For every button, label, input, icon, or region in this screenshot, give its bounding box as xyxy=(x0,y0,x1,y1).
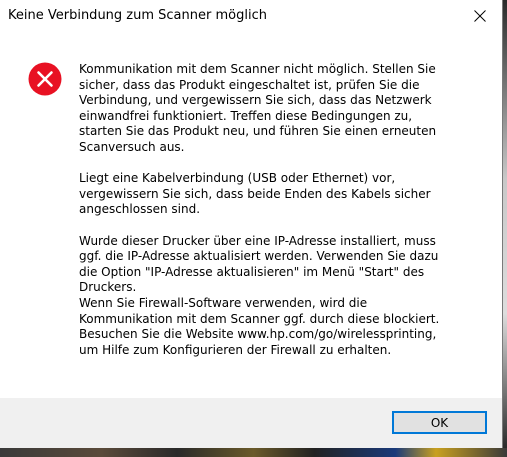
error-icon xyxy=(28,62,62,96)
dialog-content: Kommunikation mit dem Scanner nicht mögl… xyxy=(0,32,502,398)
ok-button[interactable]: OK xyxy=(392,411,487,434)
message-paragraph: Wenn Sie Firewall-Software verwenden, wi… xyxy=(79,295,440,357)
dialog-title: Keine Verbindung zum Scanner möglich xyxy=(8,8,267,23)
close-icon xyxy=(474,10,486,22)
title-bar[interactable]: Keine Verbindung zum Scanner möglich xyxy=(0,0,502,32)
message-paragraph: Kommunikation mit dem Scanner nicht mögl… xyxy=(79,62,437,154)
message-paragraph: Liegt eine Kabelverbindung (USB oder Eth… xyxy=(79,171,431,217)
message-paragraph: Wurde dieser Drucker über eine IP-Adress… xyxy=(79,233,439,295)
desktop-background xyxy=(503,0,507,448)
error-dialog: Keine Verbindung zum Scanner möglich Kom… xyxy=(0,0,503,448)
dialog-footer: OK xyxy=(0,398,502,448)
desktop-background-strip xyxy=(0,448,507,457)
error-message: Kommunikation mit dem Scanner nicht mögl… xyxy=(79,62,489,374)
close-button[interactable] xyxy=(457,0,502,32)
